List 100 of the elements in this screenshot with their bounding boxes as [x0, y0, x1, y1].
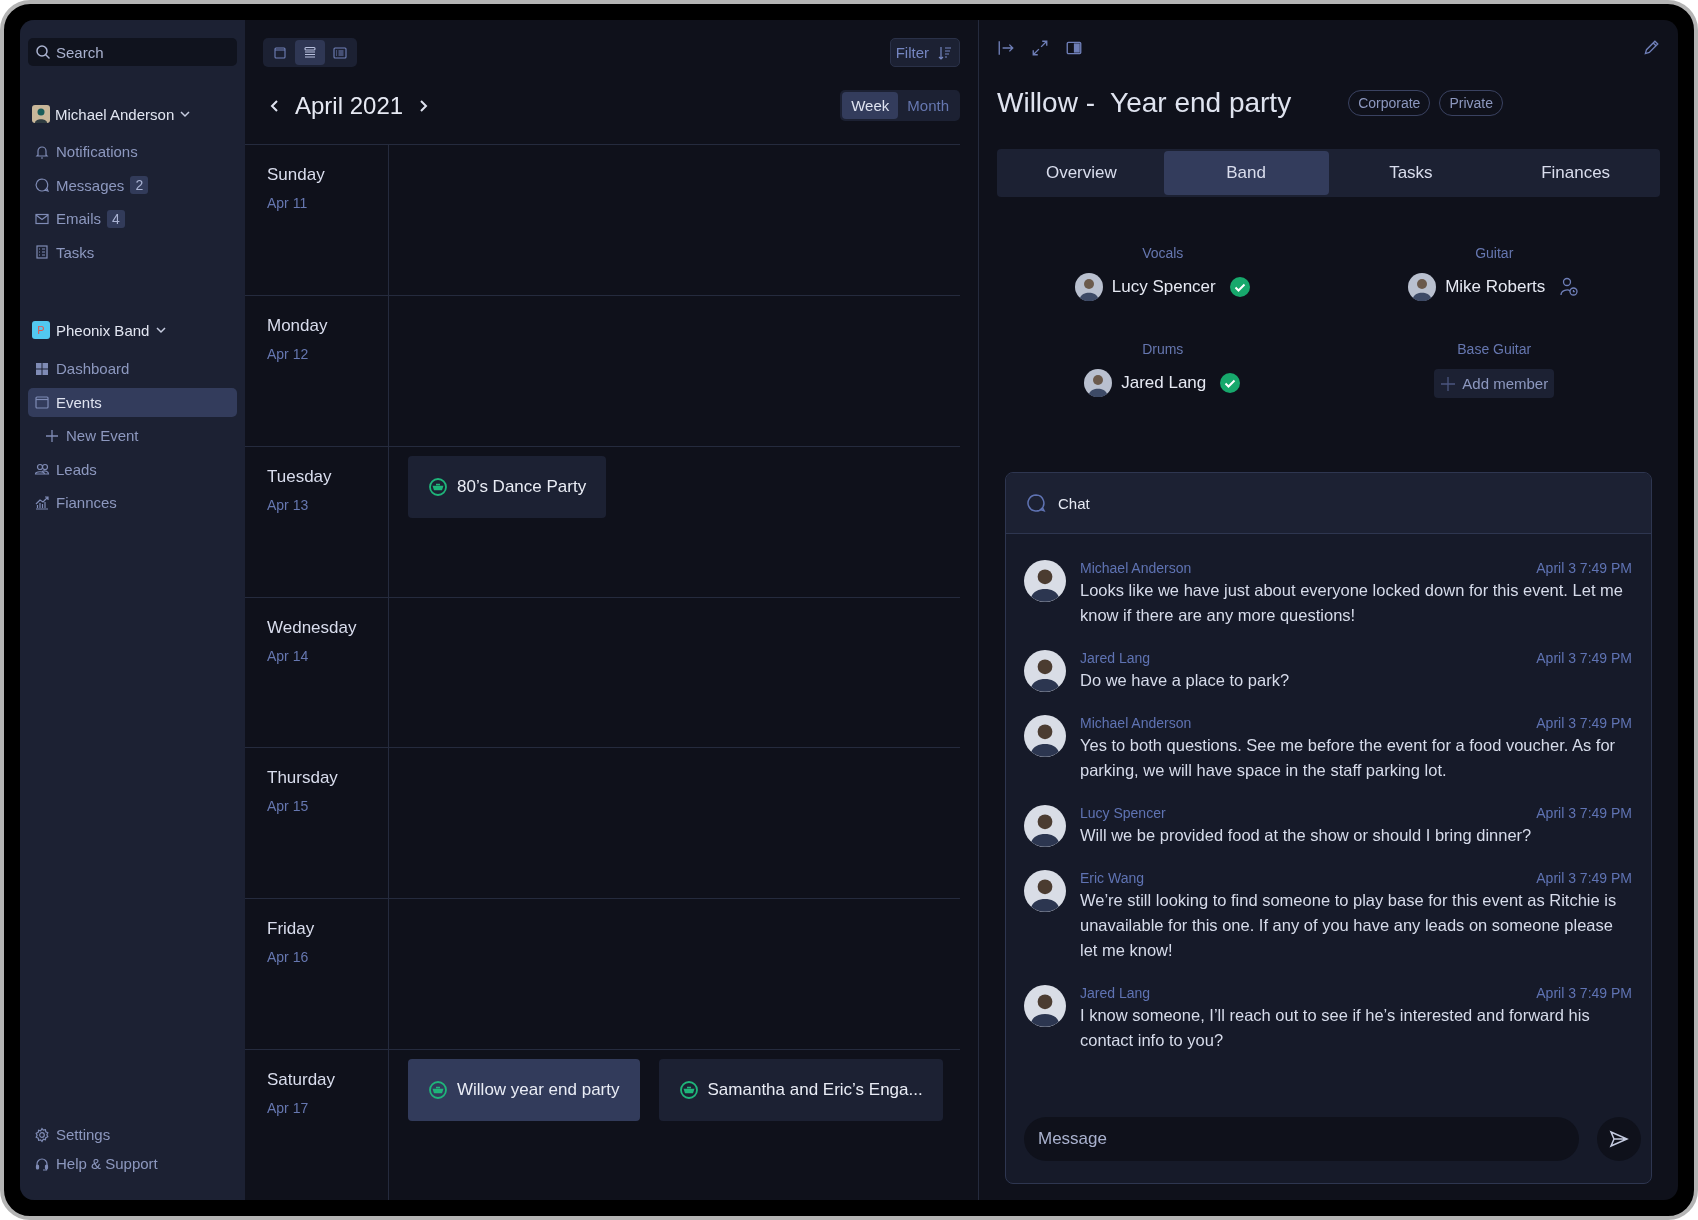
avatar-icon — [1024, 650, 1066, 692]
range-tab[interactable]: Month — [898, 92, 958, 119]
message-text: We’re still looking to find someone to play base for this event as Ritchie is unavailable for this one. If any of you have any leads on someone please let me know! — [1080, 890, 1618, 961]
tab[interactable]: Tasks — [1328, 151, 1494, 195]
nav-item[interactable]: Events — [28, 387, 237, 417]
role-label: Guitar — [1475, 245, 1514, 261]
member-name: Lucy Spencer — [1111, 277, 1216, 297]
day-date: Apr 12 — [267, 345, 310, 362]
sidebar-item[interactable]: Notifications — [56, 143, 138, 161]
tab[interactable]: Overview — [999, 151, 1164, 195]
message-author: Eric Wang — [1080, 870, 1145, 886]
next-button[interactable] — [417, 97, 430, 114]
chat-icon — [34, 177, 50, 194]
chat-icon — [1026, 493, 1046, 513]
day-name: Friday — [267, 919, 316, 940]
nav-item[interactable]: Dashboard — [28, 354, 237, 383]
rows-view-button[interactable] — [295, 40, 325, 65]
plus-icon — [44, 427, 60, 444]
sidebar-item[interactable]: Tasks — [56, 243, 95, 261]
day-date: Apr 16 — [267, 949, 310, 966]
avatar-icon — [1024, 560, 1066, 602]
headset-icon — [34, 1155, 50, 1172]
count-badge: 4 — [107, 209, 125, 228]
sidebar-item[interactable]: Help & Support — [56, 1155, 158, 1172]
avatar-icon — [1074, 273, 1103, 301]
nav-item[interactable]: New Event — [28, 421, 237, 450]
message-field[interactable]: Message — [1024, 1117, 1579, 1161]
calendar-icon — [272, 44, 288, 61]
workspace-name[interactable]: Pheonix Band — [56, 321, 150, 339]
edit-icon[interactable] — [1642, 39, 1660, 57]
message-text: I know someone, I’ll reach out to see if he’s interested and forward his contact info to you? — [1080, 1005, 1591, 1051]
previous-button[interactable] — [269, 97, 281, 114]
month-title: April 2021 — [295, 91, 404, 120]
sidebar-item[interactable]: Emails — [56, 210, 101, 228]
message-author: Michael Anderson — [1080, 560, 1192, 576]
message-time: April 3 7:49 PM — [1536, 870, 1632, 886]
event-card[interactable]: 80’s Dance Party — [408, 455, 607, 518]
day-name: Thursday — [267, 768, 339, 789]
message-author: Jared Lang — [1080, 650, 1151, 666]
avatar-icon — [1024, 805, 1066, 847]
event-card[interactable]: Samantha and Eric’s Enga... — [658, 1059, 943, 1122]
message-time: April 3 7:49 PM — [1536, 650, 1632, 666]
filter-button[interactable]: Filter — [889, 38, 960, 67]
day-date: Apr 14 — [267, 647, 310, 664]
role-label: Base Guitar — [1457, 341, 1532, 357]
message-text: Do we have a place to park? — [1080, 670, 1291, 691]
checklist-icon — [34, 244, 50, 261]
range-tab[interactable]: Week — [842, 92, 899, 119]
count-badge: 2 — [130, 176, 149, 195]
sidebar-item[interactable]: Settings — [56, 1126, 111, 1143]
settings-icon — [34, 1126, 50, 1143]
nav-item[interactable]: Leads — [28, 454, 237, 484]
workspace-icon: P — [32, 321, 50, 339]
day-date: Apr 17 — [267, 1100, 310, 1117]
list-icon — [332, 44, 348, 61]
side-panel-icon[interactable] — [1065, 39, 1083, 57]
chart-icon — [34, 494, 50, 511]
day-name: Sunday — [267, 165, 326, 185]
tab[interactable]: Finances — [1493, 151, 1658, 195]
search-icon — [35, 44, 51, 60]
calendar-icon — [34, 394, 50, 410]
event-icon — [428, 476, 448, 497]
chat-title: Chat — [1058, 494, 1090, 512]
message-time: April 3 7:49 PM — [1536, 715, 1632, 731]
event-title: Willow - Year end party — [997, 87, 1292, 119]
day-name: Wednesday — [267, 617, 358, 638]
day-date: Apr 13 — [267, 496, 310, 513]
avatar-icon — [1024, 715, 1066, 757]
day-name: Saturday — [267, 1070, 337, 1091]
event-card[interactable]: Willow year end party — [408, 1059, 640, 1122]
nav-item[interactable]: Fiannces — [28, 488, 237, 517]
add-member-button[interactable]: Add member — [1434, 369, 1555, 398]
chevron-down-icon[interactable] — [155, 324, 168, 336]
rows-icon — [302, 44, 318, 61]
sidebar-item[interactable]: Messages — [56, 176, 125, 194]
avatar-icon — [1024, 870, 1066, 912]
message-text: Looks like we have just about everyone locked down for this event. Let me know if there are any more questions! — [1080, 580, 1624, 626]
search-field[interactable]: Search — [28, 38, 237, 66]
day-name: Monday — [267, 315, 329, 336]
day-date: Apr 15 — [267, 798, 310, 815]
message-author: Lucy Spencer — [1080, 805, 1166, 821]
bell-icon — [34, 143, 50, 160]
event-icon — [678, 1080, 699, 1101]
message-time: April 3 7:49 PM — [1536, 560, 1632, 576]
chevron-down-icon[interactable] — [179, 108, 192, 120]
day-name: Tuesday — [267, 466, 333, 487]
member-name: Jared Lang — [1121, 373, 1207, 393]
send-button[interactable] — [1597, 1117, 1641, 1161]
message-author: Michael Anderson — [1080, 715, 1192, 731]
tab[interactable]: Band — [1163, 151, 1329, 195]
message-time: April 3 7:49 PM — [1536, 985, 1632, 1001]
user-name[interactable]: Michael Anderson — [55, 105, 175, 123]
role-label: Drums — [1142, 341, 1184, 357]
role-label: Vocals — [1142, 245, 1184, 261]
avatar-icon — [1408, 273, 1437, 301]
collapse-icon[interactable] — [997, 39, 1015, 57]
expand-icon[interactable] — [1031, 39, 1049, 57]
member-name: Mike Roberts — [1445, 277, 1546, 297]
message-text: Yes to both questions. See me before the event for a food voucher. As for parking, we will have space in the staff parking lot. — [1080, 735, 1617, 781]
day-date: Apr 11 — [267, 195, 309, 211]
